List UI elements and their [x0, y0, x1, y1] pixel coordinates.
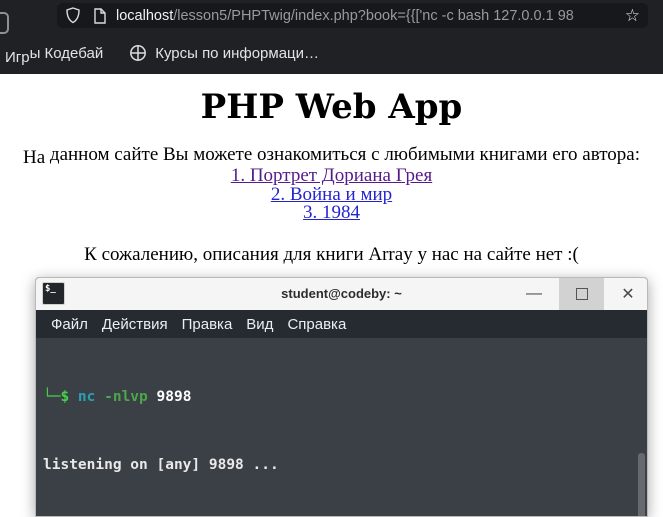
terminal-content[interactable]: └─$ nc -nlvp 9898 listening on [any] 989… [36, 338, 647, 516]
close-button[interactable]: ✕ [608, 278, 647, 310]
maximize-icon [575, 288, 588, 300]
scrollbar-thumb[interactable] [638, 453, 645, 516]
clipped-toolbar-icon [0, 12, 9, 34]
maximize-button[interactable] [559, 278, 604, 310]
bookmark-star-icon[interactable]: ☆ [625, 7, 640, 24]
url-path: /lesson5/PHPTwig/index.php?book={{['nc -… [173, 7, 574, 24]
page-icon[interactable] [93, 7, 107, 24]
minimize-button[interactable]: — [514, 278, 554, 310]
menu-file[interactable]: Файл [44, 316, 95, 333]
shield-icon[interactable] [65, 7, 81, 24]
terminal-window: $_ student@codeby: ~ — ✕ Файл Действия П… [35, 277, 648, 517]
menu-view[interactable]: Вид [239, 316, 280, 333]
url-bar[interactable]: localhost/lesson5/PHPTwig/index.php?book… [57, 3, 648, 28]
terminal-command-line: └─$ nc -nlvp 9898 [43, 389, 192, 405]
web-page: PHP Web App На данном сайте Вы можете оз… [0, 74, 663, 285]
bookmarks-bar: Игр ы Кодебай Курсы по информаци… [0, 36, 663, 70]
terminal-title: student@codeby: ~ [281, 286, 402, 301]
terminal-menubar: Файл Действия Правка Вид Справка [36, 310, 647, 338]
menu-actions[interactable]: Действия [95, 316, 175, 333]
menu-edit[interactable]: Правка [175, 316, 240, 333]
menu-help[interactable]: Справка [280, 316, 353, 333]
bookmark-item-kodebay[interactable]: Игр ы Кодебай [5, 45, 103, 66]
intro-text: На данном сайте Вы можете ознакомиться с… [23, 144, 640, 168]
no-description-message: К сожалению, описания для книги Array у … [84, 243, 579, 265]
url-host: localhost [116, 7, 174, 24]
book-link-1[interactable]: 1. Портрет Дориана Грея [0, 166, 663, 186]
terminal-output-line: listening on [any] 9898 ... [43, 456, 279, 473]
terminal-titlebar[interactable]: $_ student@codeby: ~ — ✕ [36, 278, 647, 310]
url-text[interactable]: localhost/lesson5/PHPTwig/index.php?book… [116, 8, 619, 24]
globe-icon [130, 45, 147, 61]
book-link-3[interactable]: 3. 1984 [0, 203, 663, 223]
browser-chrome: localhost/lesson5/PHPTwig/index.php?book… [0, 0, 663, 74]
bookmark-item-kursy[interactable]: Курсы по информаци… [155, 45, 319, 62]
page-title: PHP Web App [200, 87, 463, 127]
